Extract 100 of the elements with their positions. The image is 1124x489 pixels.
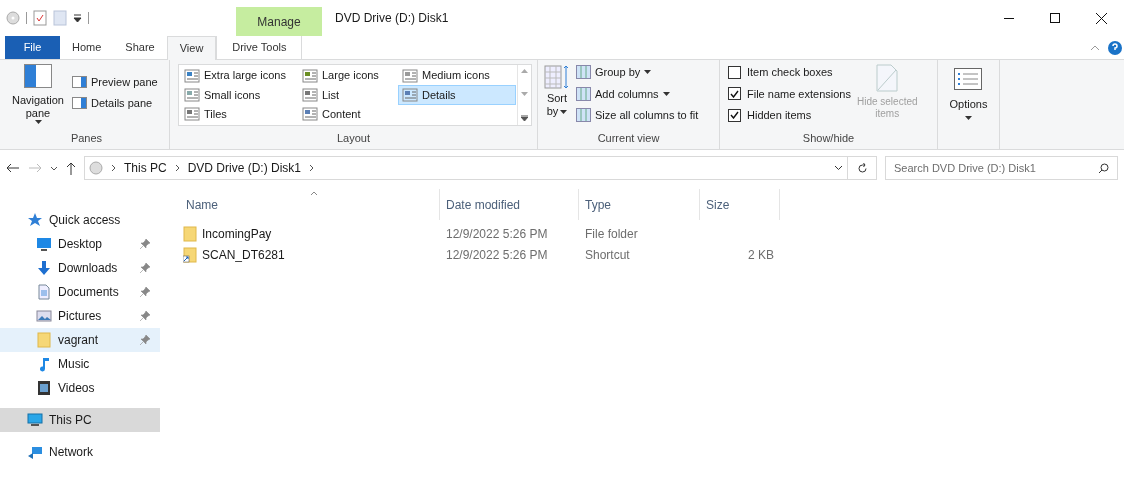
ribbon-tab[interactable]: View: [166, 36, 217, 60]
refresh-button[interactable]: [847, 156, 877, 180]
checkbox[interactable]: [728, 87, 741, 101]
columns-icon: [576, 108, 591, 123]
nav-item[interactable]: Quick access: [0, 208, 160, 232]
layout-option[interactable]: List: [298, 85, 398, 105]
options-icon: [954, 68, 983, 90]
group-label: Panes: [69, 130, 104, 146]
view-icon: [184, 88, 200, 102]
pictures-icon: [36, 308, 52, 324]
expand-gallery-icon[interactable]: [521, 115, 528, 121]
caret-icon: [560, 109, 568, 114]
layout-option[interactable]: Tiles: [180, 104, 298, 124]
checkbox[interactable]: [728, 65, 741, 79]
recent-locations-icon[interactable]: [50, 165, 58, 171]
nav-item[interactable]: Documents: [0, 280, 160, 304]
column-header[interactable]: Name: [180, 189, 440, 220]
address-bar[interactable]: This PC DVD Drive (D:) Disk1: [84, 156, 848, 180]
nav-item[interactable]: vagrant: [0, 328, 160, 352]
file-name[interactable]: IncomingPay: [180, 224, 440, 243]
view-command[interactable]: Group by: [576, 64, 699, 81]
customize-icon[interactable]: [73, 13, 82, 23]
caret-icon: [965, 115, 972, 120]
pin-icon: [140, 287, 150, 297]
nav-item[interactable]: Desktop: [0, 232, 160, 256]
layout-option[interactable]: Large icons: [298, 66, 398, 86]
date-cell-text: 12/9/2022 5:26 PM: [445, 225, 549, 243]
view-command[interactable]: Size all columns to fit: [576, 107, 699, 124]
disc-icon: [89, 161, 103, 175]
collapse-ribbon-icon[interactable]: [1090, 44, 1100, 51]
pc-icon: [27, 412, 43, 428]
layout-option[interactable]: Medium icons: [398, 66, 516, 86]
view-icon: [402, 88, 418, 102]
view-icon: [184, 68, 200, 83]
navigation-pane-icon: [24, 64, 52, 88]
chevron-icon[interactable]: [309, 164, 315, 172]
sort-icon: [544, 64, 570, 90]
chevron-icon[interactable]: [174, 164, 180, 172]
layout-option[interactable]: Extra large icons: [180, 66, 298, 86]
layout-option[interactable]: Content: [298, 104, 398, 124]
hide-items-icon: [876, 64, 899, 92]
nav-item[interactable]: This PC: [0, 408, 160, 432]
group-label: Layout: [336, 130, 371, 146]
window-title: DVD Drive (D:) Disk1: [335, 10, 449, 27]
layout-option[interactable]: Small icons: [180, 85, 298, 105]
up-icon[interactable]: [66, 161, 76, 175]
minimize-icon: [1004, 17, 1014, 19]
dropdown-icon[interactable]: [834, 165, 843, 171]
ribbon-tab[interactable]: Share: [113, 36, 167, 59]
desktop-icon: [36, 236, 52, 252]
shortcut-icon: [183, 246, 197, 263]
caret-icon: [34, 120, 42, 124]
check-icon: [730, 89, 739, 98]
pane-button[interactable]: Preview pane: [72, 74, 158, 91]
properties-icon[interactable]: [33, 10, 47, 26]
nav-item[interactable]: Downloads: [0, 256, 160, 280]
search-input[interactable]: Search DVD Drive (D:) Disk1: [894, 159, 1098, 177]
download-icon: [36, 260, 52, 276]
pane-icon: [72, 96, 87, 109]
options-button[interactable]: Options: [949, 68, 988, 120]
ribbon-tab[interactable]: File: [5, 36, 60, 59]
view-icon: [302, 68, 318, 83]
column-header[interactable]: Type: [579, 189, 700, 220]
breadcrumb[interactable]: This PC: [124, 159, 167, 177]
group-label: Show/hide: [801, 130, 856, 146]
folder-icon: [36, 332, 52, 348]
ribbon-tab[interactable]: Drive Tools: [216, 36, 303, 59]
ribbon-tab[interactable]: Home: [60, 36, 114, 59]
group-label: Current view: [596, 130, 661, 146]
checkbox-label: File name extensions: [747, 86, 851, 102]
search-field[interactable]: Search DVD Drive (D:) Disk1: [885, 156, 1118, 180]
breadcrumb[interactable]: DVD Drive (D:) Disk1: [187, 159, 302, 177]
columns-icon: [576, 86, 591, 101]
check-icon: [730, 111, 739, 120]
nav-item[interactable]: Videos: [0, 376, 160, 400]
pane-button[interactable]: Details pane: [72, 94, 158, 111]
folder-icon: [183, 225, 197, 242]
navigation-pane-button[interactable]: Navigation pane: [8, 64, 68, 130]
help-icon[interactable]: [1108, 40, 1122, 55]
document-icon: [36, 284, 52, 300]
search-icon: [1098, 162, 1109, 174]
nav-item[interactable]: Pictures: [0, 304, 160, 328]
nav-item[interactable]: Music: [0, 352, 160, 376]
view-command[interactable]: Add columns: [576, 85, 699, 102]
pin-icon: [140, 263, 150, 273]
type-cell-text: Shortcut: [584, 246, 631, 264]
checkbox[interactable]: [728, 108, 741, 122]
date-cell-text: 12/9/2022 5:26 PM: [445, 246, 549, 264]
sort-by-button[interactable]: Sort by: [542, 64, 572, 130]
column-header[interactable]: Date modified: [440, 189, 579, 220]
checkbox-label: Hidden items: [747, 108, 812, 123]
file-name[interactable]: SCAN_DT6281: [180, 245, 440, 264]
layout-option[interactable]: Details: [398, 85, 516, 105]
pane-icon: [72, 76, 87, 89]
nav-item[interactable]: Network: [0, 440, 160, 464]
refresh-icon: [856, 162, 868, 174]
back-icon[interactable]: [6, 163, 20, 173]
contextual-tab-header: Manage: [236, 7, 322, 36]
column-header[interactable]: Size: [700, 189, 780, 220]
chevron-icon[interactable]: [111, 164, 116, 172]
